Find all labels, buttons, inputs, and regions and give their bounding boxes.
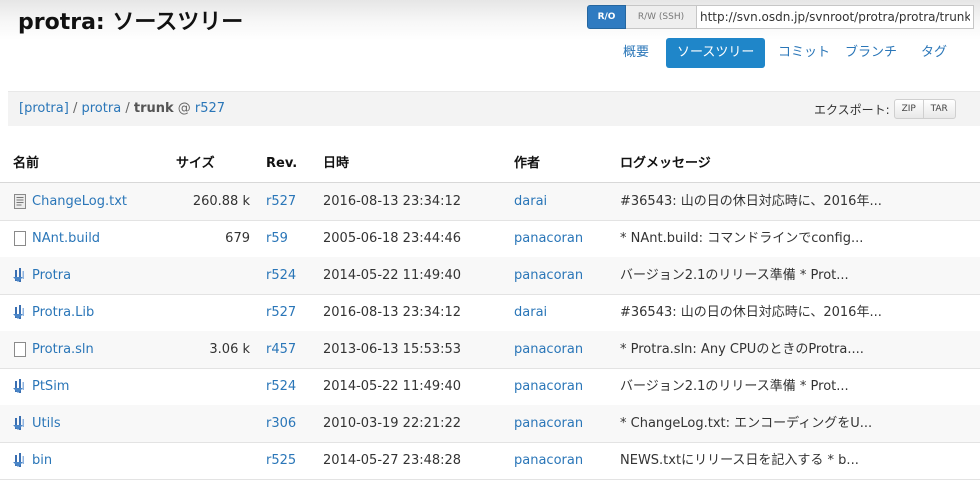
table-row: PtSim r524 2014-05-22 11:49:40 panacoran バージ… — [0, 368, 980, 406]
read-write-ssh-button[interactable]: R/W (SSH) — [626, 5, 697, 29]
column-author[interactable]: 作者 — [514, 146, 540, 182]
breadcrumb-revision-link[interactable]: r527 — [195, 101, 225, 116]
folder-icon — [13, 379, 24, 393]
log-message: #36543: 山の日の休日対応時に、2016年... — [620, 305, 882, 320]
table-row: Protra.Lib r527 2016-08-13 23:34:12 darai #3… — [0, 294, 980, 332]
commit-date: 2005-06-18 23:44:46 — [323, 231, 462, 246]
text-file-icon — [14, 194, 26, 209]
author-link[interactable]: panacoran — [514, 257, 583, 294]
column-log[interactable]: ログメッセージ — [620, 146, 711, 182]
commit-date: 2016-08-13 23:34:12 — [323, 194, 462, 209]
author-link[interactable]: panacoran — [514, 220, 583, 257]
nav-branches[interactable]: ブランチ — [845, 38, 897, 68]
log-message: NEWS.txtにリリース日を記入する * b... — [620, 453, 859, 468]
table-row: bin r525 2014-05-27 23:48:28 panacoran NEWS.… — [0, 442, 980, 480]
table-header: 名前 サイズ Rev. 日時 作者 ログメッセージ — [0, 146, 980, 184]
file-size: 260.88 k — [192, 194, 250, 209]
nav-overview[interactable]: 概要 — [623, 38, 649, 68]
export-label: エクスポート: — [814, 102, 890, 117]
log-message: * ChangeLog.txt: エンコーディングをU... — [620, 416, 873, 431]
author-link[interactable]: darai — [514, 183, 547, 220]
breadcrumb-project-link[interactable]: protra — [82, 101, 122, 116]
file-name-link[interactable]: Utils — [32, 405, 61, 442]
file-icon — [14, 342, 26, 357]
revision-link[interactable]: r524 — [266, 368, 296, 405]
author-link[interactable]: panacoran — [514, 405, 583, 442]
source-nav: 概要 ソースツリー コミット ブランチ タグ — [0, 38, 980, 68]
file-name-link[interactable]: Protra.sln — [32, 331, 94, 368]
nav-commits[interactable]: コミット — [778, 38, 830, 68]
file-name-link[interactable]: bin — [32, 442, 52, 479]
breadcrumb-at: @ — [177, 101, 191, 116]
log-message: * NAnt.build: コマンドラインでconfig... — [620, 231, 864, 246]
commit-date: 2010-03-19 22:21:22 — [323, 416, 462, 431]
file-size: 679 — [225, 231, 250, 246]
commit-date: 2016-08-13 23:34:12 — [323, 305, 462, 320]
revision-link[interactable]: r524 — [266, 257, 296, 294]
revision-link[interactable]: r306 — [266, 405, 296, 442]
breadcrumb-root-link[interactable]: [protra] — [19, 101, 69, 116]
breadcrumb-bar: [protra] / protra / trunk @ r527 エクスポート:… — [8, 91, 980, 126]
breadcrumb-separator: / — [125, 101, 130, 116]
nav-tags[interactable]: タグ — [921, 38, 947, 68]
file-size: 3.06 k — [209, 342, 250, 357]
folder-icon — [13, 305, 24, 319]
log-message: #36543: 山の日の休日対応時に、2016年... — [620, 194, 882, 209]
repository-url-input[interactable] — [697, 5, 974, 29]
page-title: protra: ソースツリー — [18, 10, 244, 35]
author-link[interactable]: panacoran — [514, 368, 583, 405]
commit-date: 2014-05-22 11:49:40 — [323, 379, 462, 394]
column-name[interactable]: 名前 — [13, 146, 39, 182]
author-link[interactable]: panacoran — [514, 442, 583, 479]
column-date[interactable]: 日時 — [323, 146, 349, 182]
revision-link[interactable]: r59 — [266, 220, 288, 257]
revision-link[interactable]: r457 — [266, 331, 296, 368]
table-row: ChangeLog.txt 260.88 k r527 2016-08-13 23:3… — [0, 183, 980, 221]
breadcrumb-branch: trunk — [133, 101, 174, 116]
revision-link[interactable]: r525 — [266, 442, 296, 479]
author-link[interactable]: panacoran — [514, 331, 583, 368]
table-row: Utils r306 2010-03-19 22:21:22 panacoran * C… — [0, 405, 980, 443]
log-message: バージョン2.1のリリース準備 * Prot... — [620, 379, 849, 394]
folder-icon — [13, 416, 24, 430]
breadcrumb-separator: / — [72, 101, 78, 116]
table-row: NAnt.build 679 r59 2005-06-18 23:44:46 panac… — [0, 220, 980, 258]
column-rev[interactable]: Rev. — [266, 146, 297, 182]
table-row: Protra r524 2014-05-22 11:49:40 panacoran バー… — [0, 257, 980, 295]
commit-date: 2013-06-13 15:53:53 — [323, 342, 462, 357]
commit-date: 2014-05-27 23:48:28 — [323, 453, 462, 468]
read-only-button[interactable]: R/O — [587, 5, 626, 29]
file-name-link[interactable]: PtSim — [32, 368, 69, 405]
file-icon — [14, 231, 26, 246]
author-link[interactable]: darai — [514, 294, 547, 331]
log-message: バージョン2.1のリリース準備 * Prot... — [620, 268, 849, 283]
repository-url-box: R/O R/W (SSH) — [587, 5, 974, 29]
commit-date: 2014-05-22 11:49:40 — [323, 268, 462, 283]
revision-link[interactable]: r527 — [266, 183, 296, 220]
file-name-link[interactable]: Protra.Lib — [32, 294, 94, 331]
export-group: エクスポート: ZIP TAR — [814, 99, 956, 119]
breadcrumb: [protra] / protra / trunk @ r527 — [19, 92, 225, 126]
file-name-link[interactable]: NAnt.build — [32, 220, 100, 257]
column-size[interactable]: サイズ — [176, 146, 215, 182]
export-tar-button[interactable]: TAR — [923, 99, 956, 119]
folder-icon — [13, 268, 24, 282]
nav-source-tree[interactable]: ソースツリー — [666, 38, 765, 68]
log-message: * Protra.sln: Any CPUのときのProtra.... — [620, 342, 864, 357]
table-row: Protra.sln 3.06 k r457 2013-06-13 15:53:53 p… — [0, 331, 980, 369]
folder-icon — [13, 453, 24, 467]
file-name-link[interactable]: Protra — [32, 257, 71, 294]
export-zip-button[interactable]: ZIP — [893, 99, 924, 119]
revision-link[interactable]: r527 — [266, 294, 296, 331]
file-name-link[interactable]: ChangeLog.txt — [32, 183, 127, 220]
